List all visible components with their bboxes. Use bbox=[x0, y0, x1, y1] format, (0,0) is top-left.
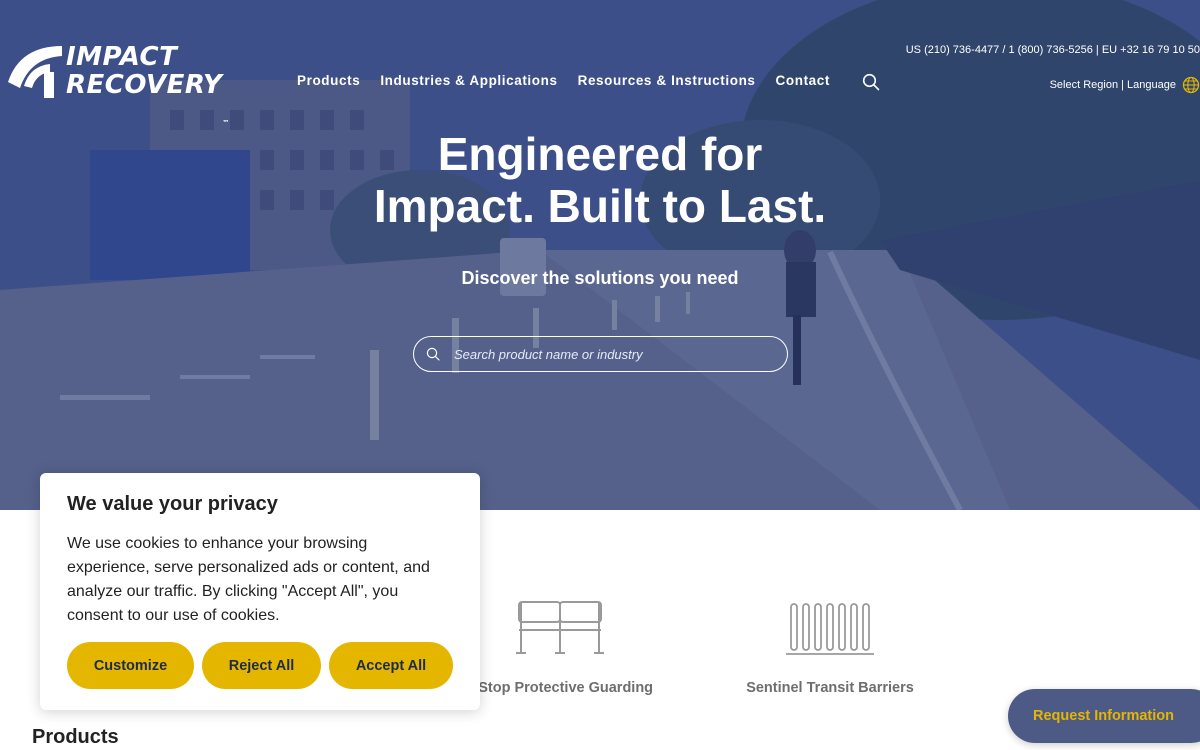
search-icon[interactable] bbox=[862, 73, 880, 91]
cookie-button-group: Customize Reject All Accept All bbox=[67, 642, 453, 689]
region-label: Select Region | Language bbox=[1049, 79, 1176, 91]
logo-wordmark: IMPACT RECOVERY ™ bbox=[66, 42, 230, 127]
logo-swoosh-icon bbox=[8, 46, 62, 98]
nav-item-contact[interactable]: Contact bbox=[776, 73, 830, 88]
cookie-consent-dialog: We value your privacy We use cookies to … bbox=[40, 473, 480, 710]
phone-numbers[interactable]: US (210) 736-4477 / 1 (800) 736-5256 | E… bbox=[906, 44, 1200, 56]
nav-item-products[interactable]: Products bbox=[297, 73, 360, 88]
search-icon bbox=[426, 347, 440, 361]
product-card-label: Sentinel Transit Barriers bbox=[746, 680, 914, 696]
hero-title: Engineered for Impact. Built to Last. bbox=[300, 128, 900, 232]
product-search-input[interactable] bbox=[454, 346, 754, 362]
product-card-sentinel-transit-barriers[interactable]: Sentinel Transit Barriers bbox=[730, 596, 930, 696]
hero-title-line-1: Engineered for bbox=[437, 128, 763, 180]
hero-subtitle: Discover the solutions you need bbox=[461, 268, 739, 288]
products-section-heading: Products bbox=[32, 726, 119, 748]
nav-item-resources[interactable]: Resources & Instructions bbox=[578, 73, 756, 88]
impact-recovery-logo[interactable]: IMPACT RECOVERY ™ bbox=[6, 40, 231, 127]
reject-all-button[interactable]: Reject All bbox=[202, 642, 321, 689]
customize-button[interactable]: Customize bbox=[67, 642, 194, 689]
logo-line-2: RECOVERY bbox=[66, 70, 223, 100]
cookie-message: We use cookies to enhance your browsing … bbox=[67, 535, 430, 624]
nav-item-industries[interactable]: Industries & Applications bbox=[380, 73, 557, 88]
region-language-selector[interactable]: Select Region | Language bbox=[1050, 76, 1200, 94]
logo-line-1: IMPACT bbox=[66, 42, 178, 72]
main-nav: Products Industries & Applications Resou… bbox=[297, 73, 830, 88]
transit-barriers-icon bbox=[786, 603, 874, 655]
hero-section: IMPACT RECOVERY ™ Products Industries & A… bbox=[0, 0, 1200, 510]
hero-search-bar bbox=[413, 336, 788, 372]
logo-trademark: ™ bbox=[222, 119, 230, 127]
accept-all-button[interactable]: Accept All bbox=[329, 642, 453, 689]
hero-title-line-2: Impact. Built to Last. bbox=[373, 180, 827, 232]
request-information-button[interactable]: Request Information bbox=[1008, 689, 1200, 743]
guardrail-icon bbox=[516, 601, 604, 654]
globe-icon bbox=[1182, 76, 1200, 94]
page: IMPACT RECOVERY ™ Products Industries & A… bbox=[0, 0, 1200, 750]
cookie-title: We value your privacy bbox=[67, 493, 278, 515]
